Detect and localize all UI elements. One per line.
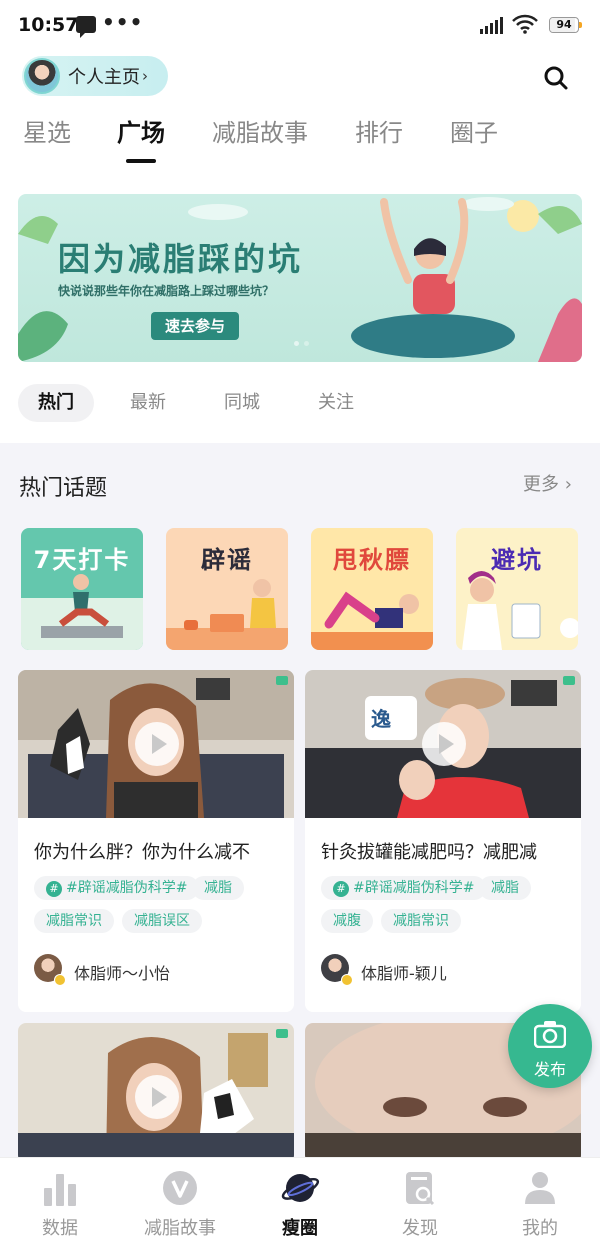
chevron-right-icon: › bbox=[142, 67, 148, 85]
filter-following[interactable]: 关注 bbox=[318, 384, 354, 422]
nav-label: 我的 bbox=[522, 1218, 558, 1239]
topic-label: 避坑 bbox=[491, 546, 543, 574]
post-card[interactable] bbox=[18, 1023, 294, 1163]
v-badge-icon bbox=[163, 1171, 197, 1205]
topic-label: 7天打卡 bbox=[33, 546, 131, 574]
tab-star-picks[interactable]: 星选 bbox=[23, 113, 71, 148]
tag[interactable]: 减脂 bbox=[192, 876, 244, 900]
publish-label: 发布 bbox=[533, 1060, 566, 1079]
nav-item-slim-circle[interactable]: 瘦圈 bbox=[240, 1158, 360, 1249]
more-notifications-icon: ••• bbox=[102, 10, 144, 34]
more-link[interactable]: 更多 › bbox=[523, 470, 572, 496]
topic-card[interactable]: 辟谣 bbox=[166, 528, 288, 650]
tab-fat-loss-stories[interactable]: 减脂故事 bbox=[212, 113, 308, 148]
topic-card[interactable]: 甩秋膘 bbox=[311, 528, 433, 650]
tag-label: #辟谣减脂伪科学# bbox=[353, 880, 475, 896]
tag[interactable]: 减脂误区 bbox=[122, 909, 202, 933]
tab-ranking[interactable]: 排行 bbox=[355, 113, 403, 148]
post-card[interactable]: 逸 针灸拔罐能减肥吗？减肥减 # #辟谣减脂伪科学# 减脂 减腹 减脂常识 体脂师… bbox=[305, 670, 581, 1012]
discover-icon bbox=[406, 1172, 435, 1206]
nav-label: 瘦圈 bbox=[282, 1218, 318, 1239]
camera-icon bbox=[534, 1021, 566, 1048]
filter-hot[interactable]: 热门 bbox=[18, 384, 94, 422]
nav-item-discover[interactable]: 发现 bbox=[360, 1158, 480, 1249]
wifi-icon bbox=[512, 14, 538, 34]
nav-label: 数据 bbox=[42, 1218, 78, 1239]
message-icon bbox=[76, 16, 96, 38]
avatar bbox=[24, 58, 60, 94]
active-tab-indicator bbox=[126, 159, 156, 163]
tag[interactable]: 减脂 bbox=[479, 876, 531, 900]
topic-card[interactable]: 7天打卡 bbox=[21, 528, 143, 650]
nav-label: 减脂故事 bbox=[144, 1218, 216, 1239]
filter-nearby[interactable]: 同城 bbox=[224, 384, 260, 422]
carousel-dot bbox=[294, 341, 299, 346]
author-name[interactable]: 体脂师-颖儿 bbox=[361, 960, 447, 984]
author-name[interactable]: 体脂师～小怡 bbox=[74, 960, 170, 984]
banner-join-button[interactable]: 速去参与 bbox=[151, 312, 239, 340]
verified-badge-icon bbox=[341, 974, 353, 986]
topic-card[interactable]: 避坑 bbox=[456, 528, 578, 650]
signal-icon bbox=[480, 17, 503, 34]
hashtag-icon: # bbox=[333, 881, 349, 897]
nav-item-data[interactable]: 数据 bbox=[0, 1158, 120, 1249]
banner-title: 因为减脂踩的坑 bbox=[58, 240, 304, 278]
hot-topics-title: 热门话题 bbox=[19, 476, 108, 501]
status-bar: 10:57 ••• 94 bbox=[0, 0, 600, 52]
nav-label: 发现 bbox=[402, 1218, 438, 1239]
tag[interactable]: 减腹 bbox=[321, 909, 373, 933]
tag[interactable]: 减脂常识 bbox=[381, 909, 461, 933]
post-card[interactable]: 你为什么胖？你为什么减不 # #辟谣减脂伪科学# 减脂 减脂常识 减脂误区 体脂师… bbox=[18, 670, 294, 1012]
feed-filters: 热门 最新 同城 关注 bbox=[0, 384, 600, 422]
person-icon bbox=[525, 1172, 555, 1204]
post-title: 针灸拔罐能减肥吗？减肥减 bbox=[321, 842, 537, 863]
publish-button[interactable]: 发布 bbox=[508, 1004, 592, 1088]
play-icon[interactable] bbox=[135, 1075, 179, 1119]
nav-item-fat-loss-stories[interactable]: 减脂故事 bbox=[120, 1158, 240, 1249]
topic-tag[interactable]: # #辟谣减脂伪科学# bbox=[321, 876, 487, 900]
topic-tag[interactable]: # #辟谣减脂伪科学# bbox=[34, 876, 200, 900]
play-icon[interactable] bbox=[422, 722, 466, 766]
top-tabs: 星选 广场 减脂故事 排行 圈子 bbox=[0, 113, 600, 169]
tag[interactable]: 减脂常识 bbox=[34, 909, 114, 933]
tag-label: #辟谣减脂伪科学# bbox=[66, 880, 188, 896]
filter-latest[interactable]: 最新 bbox=[130, 384, 166, 422]
post-title: 你为什么胖？你为什么减不 bbox=[34, 842, 250, 863]
verified-badge-icon bbox=[54, 974, 66, 986]
banner-subtitle: 快说说那些年你在减脂路上踩过哪些坑？ bbox=[58, 284, 275, 298]
topic-label: 辟谣 bbox=[201, 546, 253, 574]
battery-level: 94 bbox=[556, 18, 572, 31]
play-icon[interactable] bbox=[135, 722, 179, 766]
promo-banner[interactable]: 因为减脂踩的坑 快说说那些年你在减脂路上踩过哪些坑？ 速去参与 bbox=[18, 194, 582, 362]
bottom-nav: 数据 减脂故事 瘦圈 发现 我的 bbox=[0, 1157, 600, 1249]
hashtag-icon: # bbox=[46, 881, 62, 897]
profile-button[interactable]: 个人主页 › bbox=[22, 56, 168, 96]
tab-square[interactable]: 广场 bbox=[117, 113, 165, 148]
profile-label: 个人主页 bbox=[68, 67, 140, 88]
battery-tip bbox=[579, 22, 582, 28]
battery-icon: 94 bbox=[549, 17, 579, 33]
status-time: 10:57 bbox=[18, 14, 79, 36]
carousel-dot bbox=[304, 341, 309, 346]
tab-circles[interactable]: 圈子 bbox=[450, 113, 498, 148]
topic-label: 甩秋膘 bbox=[333, 546, 411, 574]
nav-item-me[interactable]: 我的 bbox=[480, 1158, 600, 1249]
bar-chart-icon bbox=[44, 1174, 76, 1206]
search-icon[interactable] bbox=[543, 65, 569, 91]
planet-icon bbox=[281, 1174, 320, 1202]
svg-text:逸: 逸 bbox=[371, 707, 391, 731]
